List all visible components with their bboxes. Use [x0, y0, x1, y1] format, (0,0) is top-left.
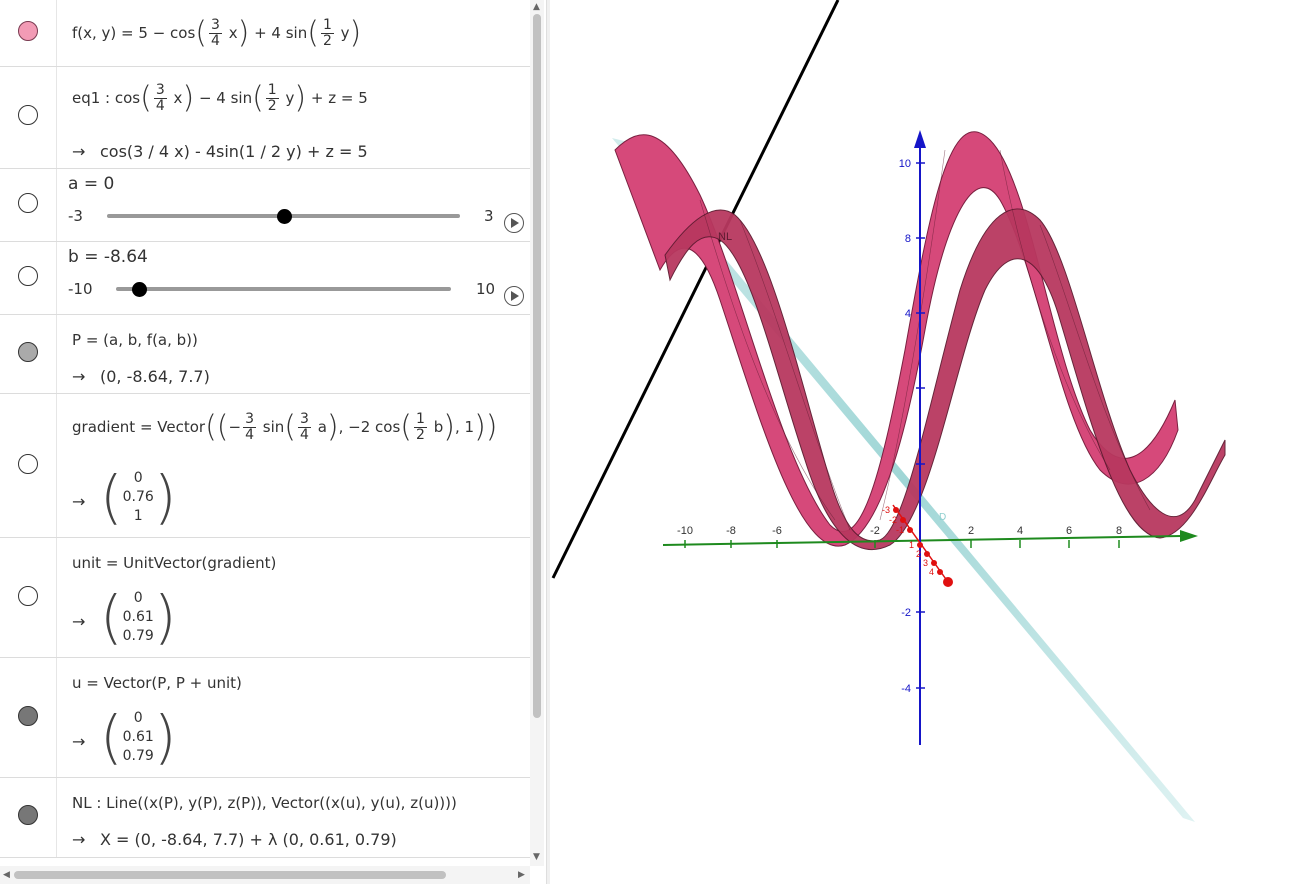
arrow-icon: → — [72, 142, 86, 161]
z-axis-tick-label: 8 — [905, 233, 911, 245]
algebra-row-f[interactable]: f(x, y) = 5 − cos(3 4 x) + 4 sin(1 2 y) — [0, 0, 530, 67]
slider-a-label: a = 0 — [68, 174, 115, 194]
arrow-icon: → — [72, 367, 86, 386]
vector-u-output: ( 0 0.61 0.79 ) — [100, 703, 177, 771]
z-axis-tick-label: -4 — [901, 683, 911, 695]
vertical-scrollbar[interactable]: ▲ ▼ — [530, 0, 544, 866]
arrow-icon: → — [72, 830, 86, 849]
y-axis-tick-label: 4 — [929, 567, 934, 577]
visibility-toggle-b[interactable] — [18, 266, 38, 286]
surface-f-back[interactable] — [614, 131, 1179, 547]
slider-a-max: 3 — [484, 207, 494, 225]
scroll-down-icon[interactable]: ▼ — [533, 852, 540, 862]
vector-unit-definition: unit = UnitVector(gradient) — [72, 554, 277, 572]
algebra-row-slider-a[interactable]: a = 0 -3 3 — [0, 169, 530, 242]
play-icon[interactable] — [504, 286, 524, 306]
y-axis-tick-label: 3 — [923, 558, 928, 568]
z-axis-tick-label: -2 — [901, 607, 911, 619]
equation-eq1-definition: eq1 : cos(3 4 x) − 4 sin(1 2 y) + z = 5 — [72, 80, 368, 116]
play-icon[interactable] — [504, 213, 524, 233]
vertical-scrollbar-thumb[interactable] — [533, 14, 541, 718]
y-axis-tick-label: -3 — [882, 505, 890, 515]
y-axis-tick-label: 1 — [909, 540, 914, 550]
x-axis-tick-label: -6 — [772, 525, 782, 537]
y-axis-tick-label: -2 — [889, 515, 897, 525]
algebra-row-NL[interactable]: NL : Line((x(P), y(P), z(P)), Vector((x(… — [0, 778, 530, 858]
x-axis-tick-label: 4 — [1017, 525, 1023, 537]
line-NL-definition: NL : Line((x(P), y(P), z(P)), Vector((x(… — [72, 794, 457, 812]
x-axis-tick-label: 8 — [1116, 525, 1122, 537]
algebra-row-eq1[interactable]: eq1 : cos(3 4 x) − 4 sin(1 2 y) + z = 5 → c… — [0, 67, 530, 169]
vector-unit-output: ( 0 0.61 0.79 ) — [100, 583, 177, 651]
scroll-up-icon[interactable]: ▲ — [533, 2, 540, 12]
vector-u-definition: u = Vector(P, P + unit) — [72, 674, 242, 692]
visibility-toggle-P[interactable] — [18, 342, 38, 362]
visibility-toggle-u[interactable] — [18, 706, 38, 726]
slider-a-min: -3 — [68, 207, 83, 225]
point-P-definition: P = (a, b, f(a, b)) — [72, 331, 198, 349]
x-axis-arrow-icon — [1180, 530, 1198, 542]
y-axis-tick — [900, 517, 906, 523]
x-axis-tick-label: -2 — [870, 525, 880, 537]
slider-b-track[interactable] — [116, 287, 451, 291]
visibility-toggle-f[interactable] — [18, 21, 38, 41]
visibility-toggle-NL[interactable] — [18, 805, 38, 825]
x-axis-tick-label: -10 — [677, 525, 693, 537]
y-axis-tick — [917, 542, 923, 548]
algebra-row-unit[interactable]: unit = UnitVector(gradient) → ( 0 0.61 0.7… — [0, 538, 530, 658]
scroll-left-icon[interactable]: ◀ — [3, 870, 10, 880]
arrow-icon: → — [72, 612, 86, 631]
y-axis-arrow-icon — [943, 577, 953, 587]
y-axis-tick-label: -1 — [896, 525, 904, 535]
visibility-toggle-eq1[interactable] — [18, 105, 38, 125]
z-axis-tick-label: 10 — [899, 158, 911, 170]
y-axis-tick-label: 2 — [916, 549, 921, 559]
point-P-output: → (0, -8.64, 7.7) — [72, 367, 210, 386]
algebra-row-P[interactable]: P = (a, b, f(a, b)) → (0, -8.64, 7.7) — [0, 315, 530, 394]
arrow-icon: → — [72, 492, 86, 511]
z-axis-arrow-icon — [914, 130, 926, 148]
slider-b-max: 10 — [476, 280, 496, 298]
visibility-toggle-a[interactable] — [18, 193, 38, 213]
algebra-row-u[interactable]: u = Vector(P, P + unit) → ( 0 0.61 0.79 ) — [0, 658, 530, 778]
x-axis-tick-label: -8 — [726, 525, 736, 537]
horizontal-scrollbar[interactable]: ◀ ▶ — [0, 866, 530, 884]
y-axis-tick — [893, 507, 899, 513]
visibility-toggle-unit[interactable] — [18, 586, 38, 606]
x-axis-tick-label: 2 — [968, 525, 974, 537]
slider-b-label: b = -8.64 — [68, 247, 148, 267]
scroll-right-icon[interactable]: ▶ — [518, 870, 525, 880]
graphics-3d-view[interactable]: -10 -8 -6 -2 2 4 6 81084-2-4-3-2-11234DNL — [550, 0, 1315, 884]
horizontal-scrollbar-thumb[interactable] — [14, 871, 446, 879]
x-axis-tick-label: 6 — [1066, 525, 1072, 537]
algebra-row-slider-b[interactable]: b = -8.64 -10 10 — [0, 242, 530, 315]
arrow-icon: → — [72, 732, 86, 751]
plane-label: D — [939, 512, 946, 523]
y-axis-tick — [924, 551, 930, 557]
function-f-definition: f(x, y) = 5 − cos(3 4 x) + 4 sin(1 2 y) — [72, 15, 362, 51]
slider-b-thumb[interactable] — [131, 282, 147, 297]
line-NL-label: NL — [718, 231, 732, 243]
algebra-view: f(x, y) = 5 − cos(3 4 x) + 4 sin(1 2 y) eq… — [0, 0, 530, 866]
z-axis-tick-label: 4 — [905, 308, 911, 320]
y-axis-tick — [937, 569, 943, 575]
slider-b-min: -10 — [68, 280, 93, 298]
slider-a-thumb[interactable] — [276, 209, 292, 224]
line-NL-output: → X = (0, -8.64, 7.7) + λ (0, 0.61, 0.79) — [72, 830, 397, 849]
equation-eq1-output: → cos(3 / 4 x) - 4sin(1 / 2 y) + z = 5 — [72, 142, 368, 161]
y-axis-tick — [931, 560, 937, 566]
y-axis-tick — [907, 527, 913, 533]
vector-gradient-definition: gradient = Vector((− 3 4 sin(3 4 a), −2 cos… — [72, 409, 498, 445]
algebra-row-gradient[interactable]: gradient = Vector((− 3 4 sin(3 4 a), −2 cos… — [0, 394, 530, 538]
visibility-toggle-gradient[interactable] — [18, 454, 38, 474]
vector-gradient-output: ( 0 0.76 1 ) — [100, 463, 177, 531]
